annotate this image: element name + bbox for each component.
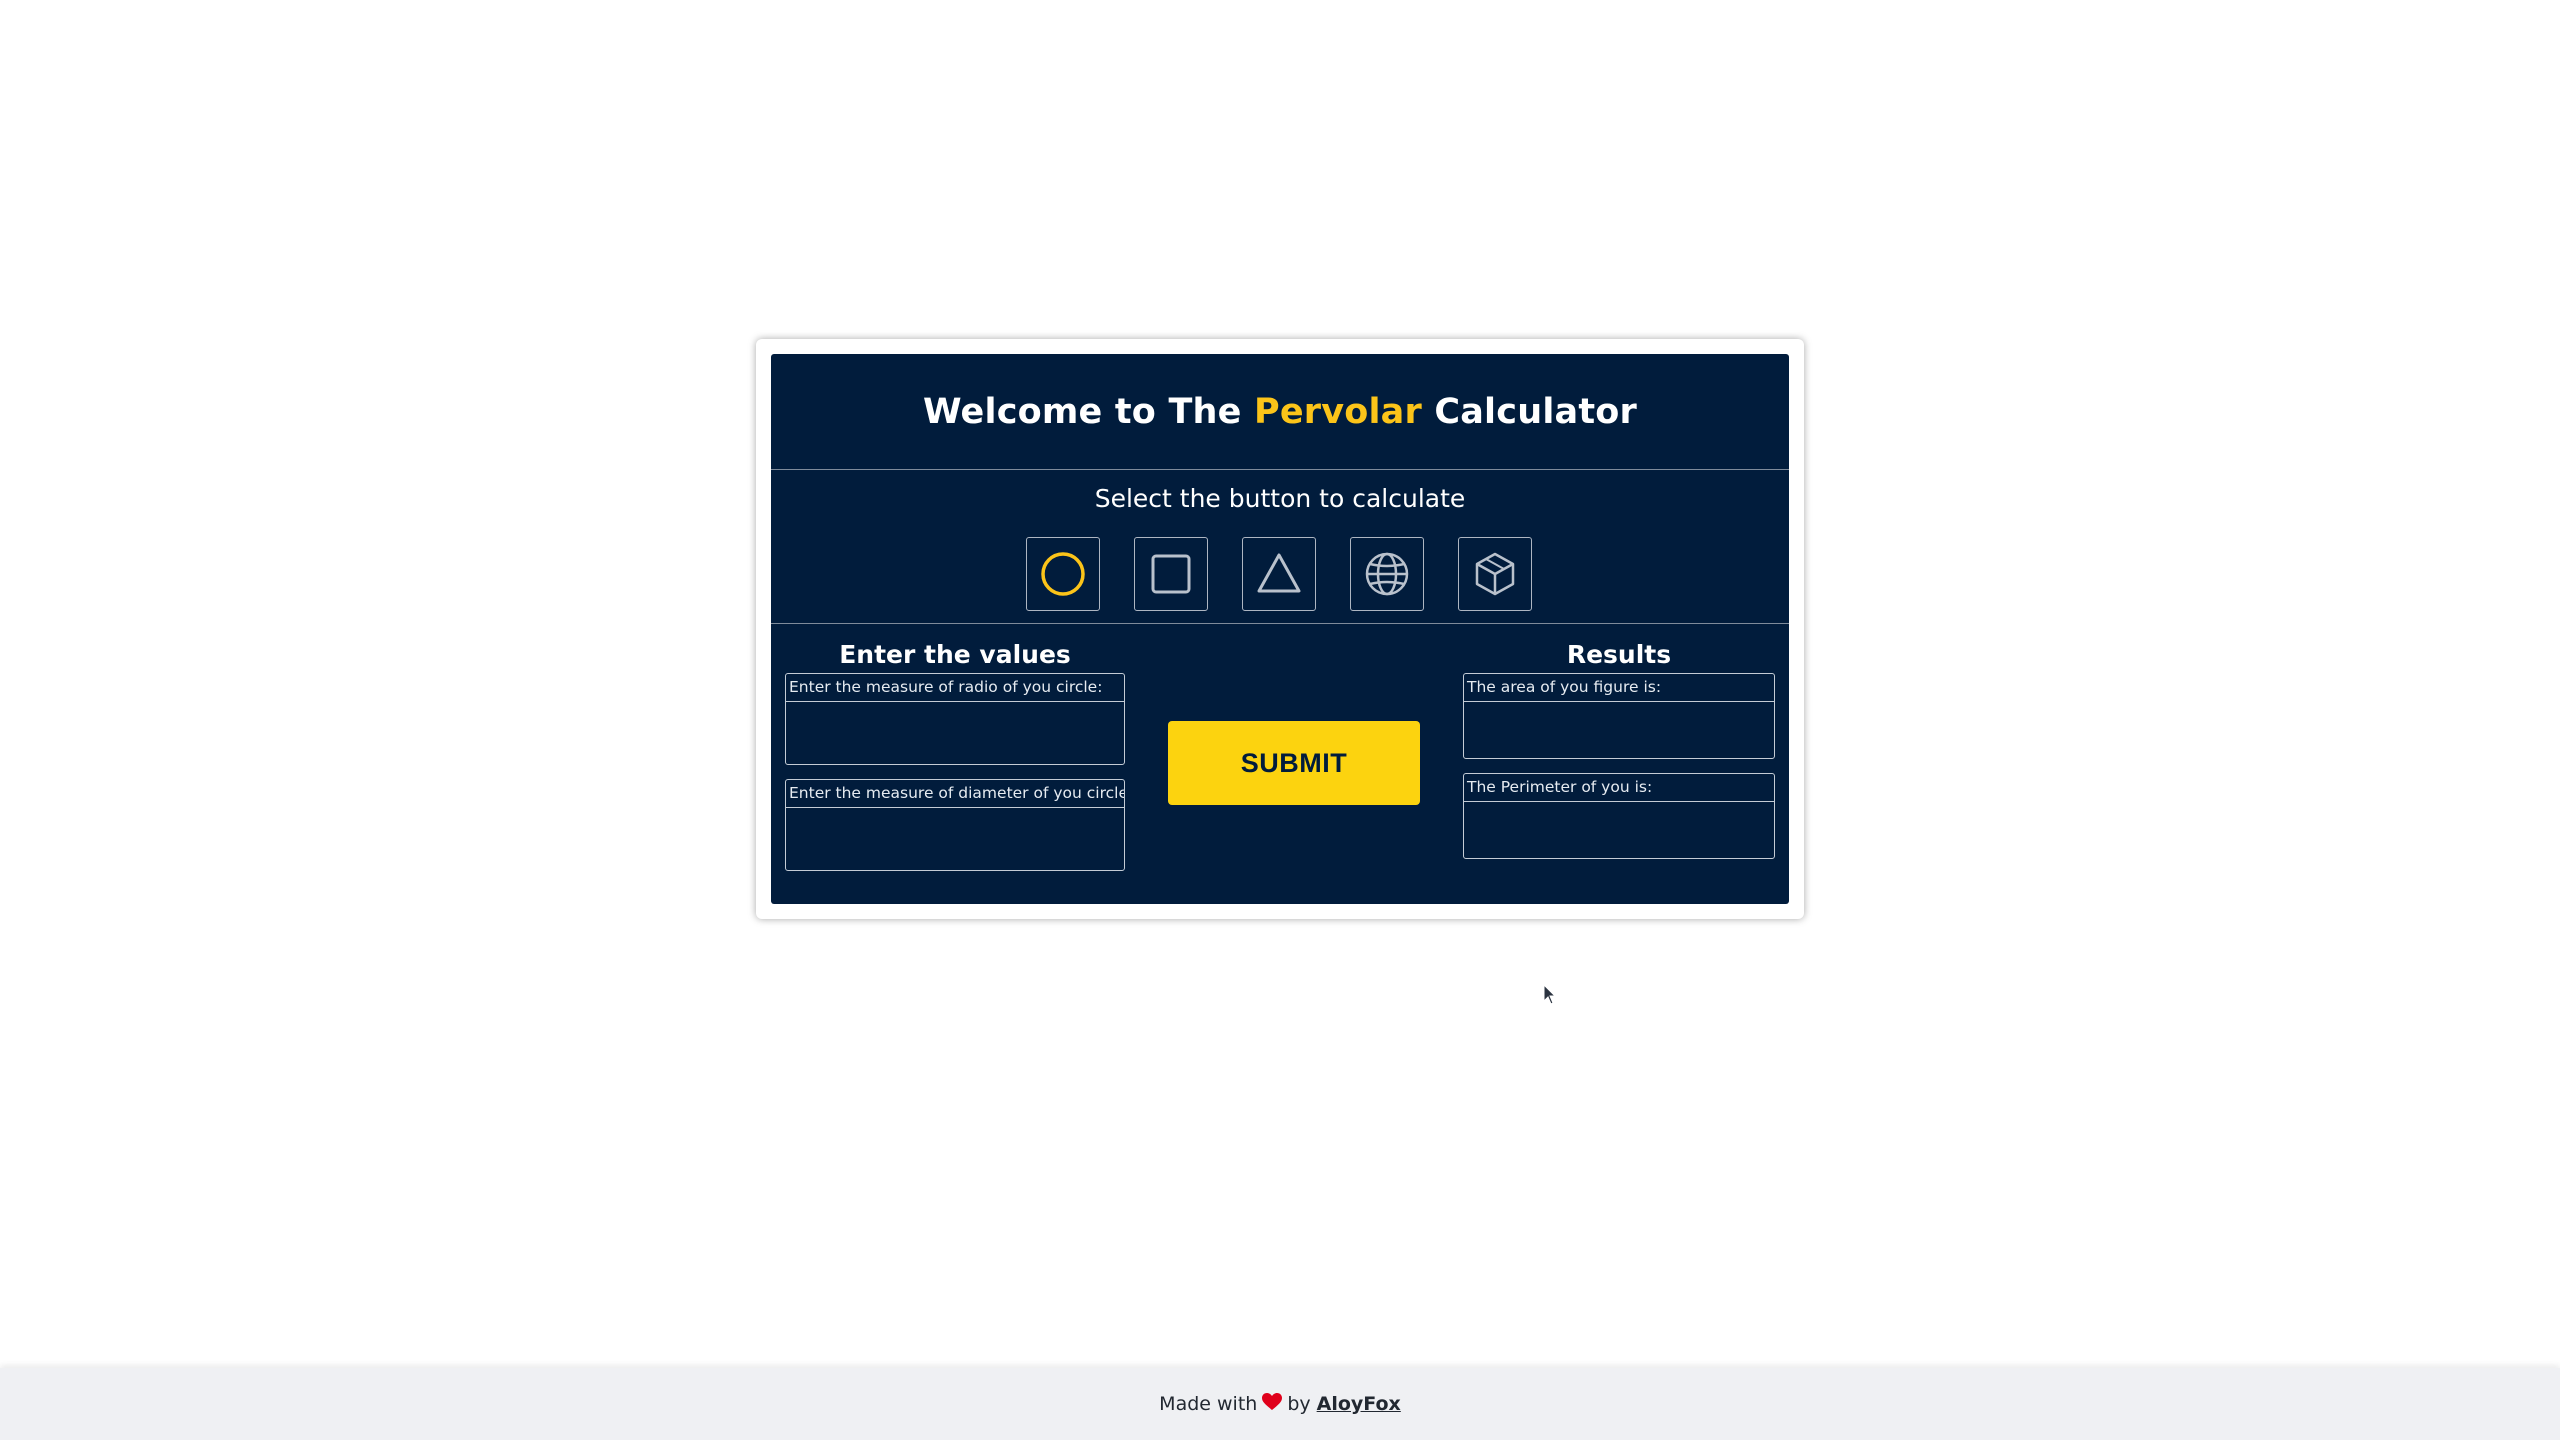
footer-by: by bbox=[1287, 1393, 1311, 1415]
diameter-field: Enter the measure of diameter of you cir… bbox=[785, 779, 1125, 871]
title-prefix: Welcome to The bbox=[923, 391, 1254, 432]
diameter-input[interactable] bbox=[786, 808, 1124, 870]
diameter-field-label: Enter the measure of diameter of you cir… bbox=[786, 780, 1124, 808]
footer-made-with: Made with bbox=[1159, 1393, 1258, 1415]
calculator-card: Welcome to The Pervolar Calculator Selec… bbox=[771, 354, 1789, 904]
values-column: Enter the values Enter the measure of ra… bbox=[785, 639, 1125, 871]
area-result-label: The area of you figure is: bbox=[1464, 674, 1774, 702]
square-shape-button[interactable] bbox=[1134, 537, 1208, 611]
author-link[interactable]: AloyFox bbox=[1317, 1393, 1401, 1415]
page: Welcome to The Pervolar Calculator Selec… bbox=[0, 0, 2560, 1440]
submit-button[interactable]: SUBMIT bbox=[1168, 721, 1420, 805]
page-title: Welcome to The Pervolar Calculator bbox=[923, 392, 1637, 432]
triangle-shape-button[interactable] bbox=[1242, 537, 1316, 611]
sphere-icon bbox=[1365, 552, 1409, 596]
area-result-field: The area of you figure is: bbox=[1463, 673, 1775, 759]
shape-button-group bbox=[1026, 537, 1532, 611]
title-row: Welcome to The Pervolar Calculator bbox=[771, 354, 1789, 470]
radius-field: Enter the measure of radio of you circle… bbox=[785, 673, 1125, 765]
area-result-output[interactable] bbox=[1464, 702, 1774, 758]
cube-shape-button[interactable] bbox=[1458, 537, 1532, 611]
perimeter-result-output[interactable] bbox=[1464, 802, 1774, 858]
circle-shape-button[interactable] bbox=[1026, 537, 1100, 611]
perimeter-result-field: The Perimeter of you is: bbox=[1463, 773, 1775, 859]
footer: Made with by AloyFox bbox=[0, 1368, 2560, 1440]
radius-input[interactable] bbox=[786, 702, 1124, 764]
title-accent: Pervolar bbox=[1253, 391, 1422, 432]
triangle-icon bbox=[1257, 553, 1301, 593]
sphere-shape-button[interactable] bbox=[1350, 537, 1424, 611]
results-column: Results The area of you figure is: The P… bbox=[1463, 639, 1775, 859]
shape-selector-label: Select the button to calculate bbox=[1094, 484, 1466, 513]
results-heading: Results bbox=[1566, 640, 1672, 669]
circle-icon bbox=[1041, 552, 1085, 596]
cube-icon bbox=[1475, 552, 1515, 596]
mouse-pointer-icon bbox=[1543, 983, 1557, 1010]
shape-selector: Select the button to calculate bbox=[771, 470, 1789, 624]
perimeter-result-label: The Perimeter of you is: bbox=[1464, 774, 1774, 802]
square-icon bbox=[1151, 554, 1191, 594]
values-heading: Enter the values bbox=[839, 640, 1071, 669]
title-suffix: Calculator bbox=[1421, 391, 1637, 432]
radius-field-label: Enter the measure of radio of you circle… bbox=[786, 674, 1124, 702]
heart-icon bbox=[1262, 1392, 1283, 1416]
